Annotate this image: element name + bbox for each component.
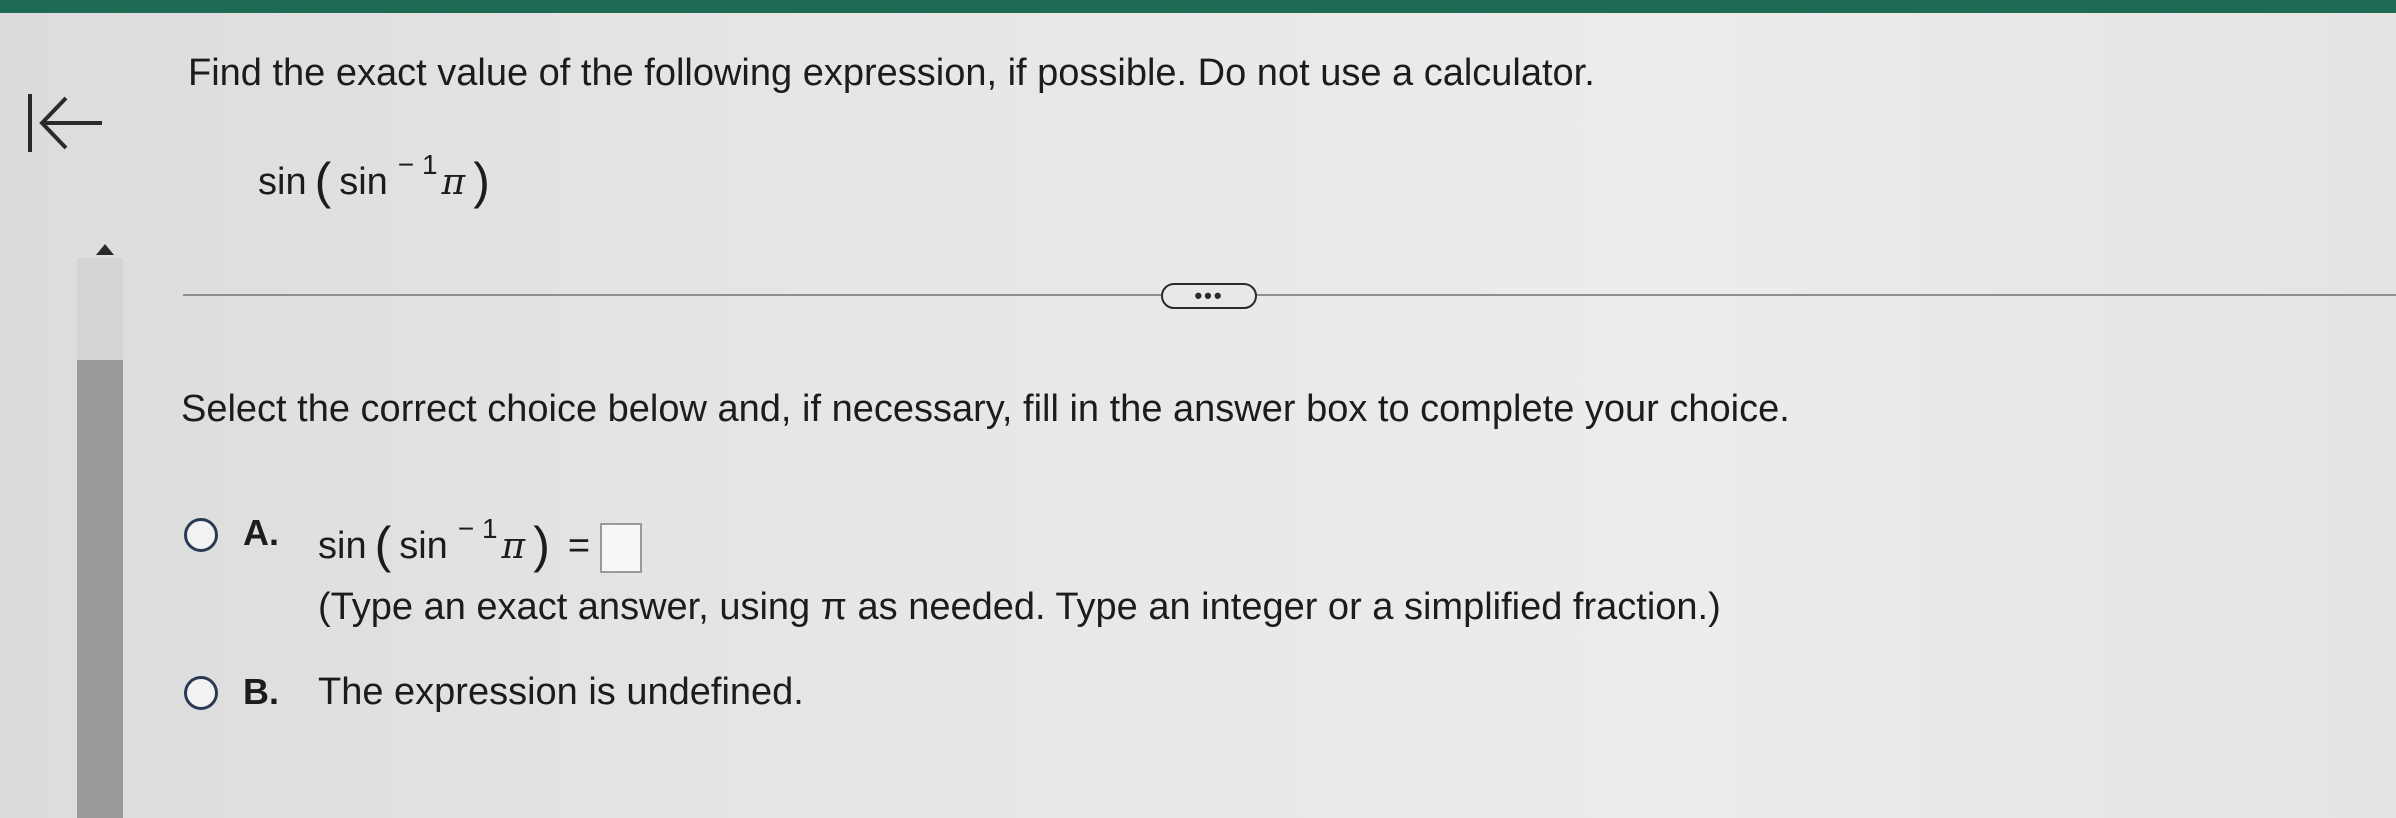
inner-function: sin — [399, 525, 448, 567]
outer-function: sin — [258, 161, 307, 203]
open-paren: ( — [374, 517, 392, 573]
close-paren: ) — [473, 153, 490, 209]
inverse-exponent: − 1 — [397, 149, 438, 180]
choice-a-radio[interactable] — [184, 518, 218, 552]
top-accent-bar — [0, 0, 2396, 13]
scrollbar-thumb[interactable] — [77, 360, 123, 818]
argument: π — [441, 162, 466, 203]
choice-a-hint: (Type an exact answer, using π as needed… — [318, 586, 1721, 628]
argument: π — [501, 526, 526, 567]
section-divider — [183, 294, 2396, 296]
scroll-up-icon[interactable] — [96, 244, 114, 255]
choice-b-text: The expression is undefined. — [318, 671, 804, 713]
back-to-start-icon[interactable] — [24, 88, 106, 158]
question-expression: sin ( sin − 1 π ) — [258, 149, 498, 209]
instruction-text: Select the correct choice below and, if … — [181, 388, 1790, 430]
expand-more-button[interactable]: ••• — [1161, 283, 1257, 309]
choice-b-radio[interactable] — [184, 676, 218, 710]
inner-function: sin — [339, 161, 388, 203]
open-paren: ( — [314, 153, 332, 209]
close-paren: ) — [533, 517, 550, 573]
equals-sign: = — [567, 525, 591, 567]
question-text: Find the exact value of the following ex… — [188, 52, 1595, 94]
answer-input-box[interactable] — [600, 523, 643, 573]
choice-b-letter: B. — [243, 671, 279, 712]
inverse-exponent: − 1 — [457, 513, 498, 544]
choice-a-expression: sin ( sin − 1 π ) = — [318, 513, 643, 573]
choice-a-letter: A. — [243, 512, 279, 553]
outer-function: sin — [318, 525, 367, 567]
